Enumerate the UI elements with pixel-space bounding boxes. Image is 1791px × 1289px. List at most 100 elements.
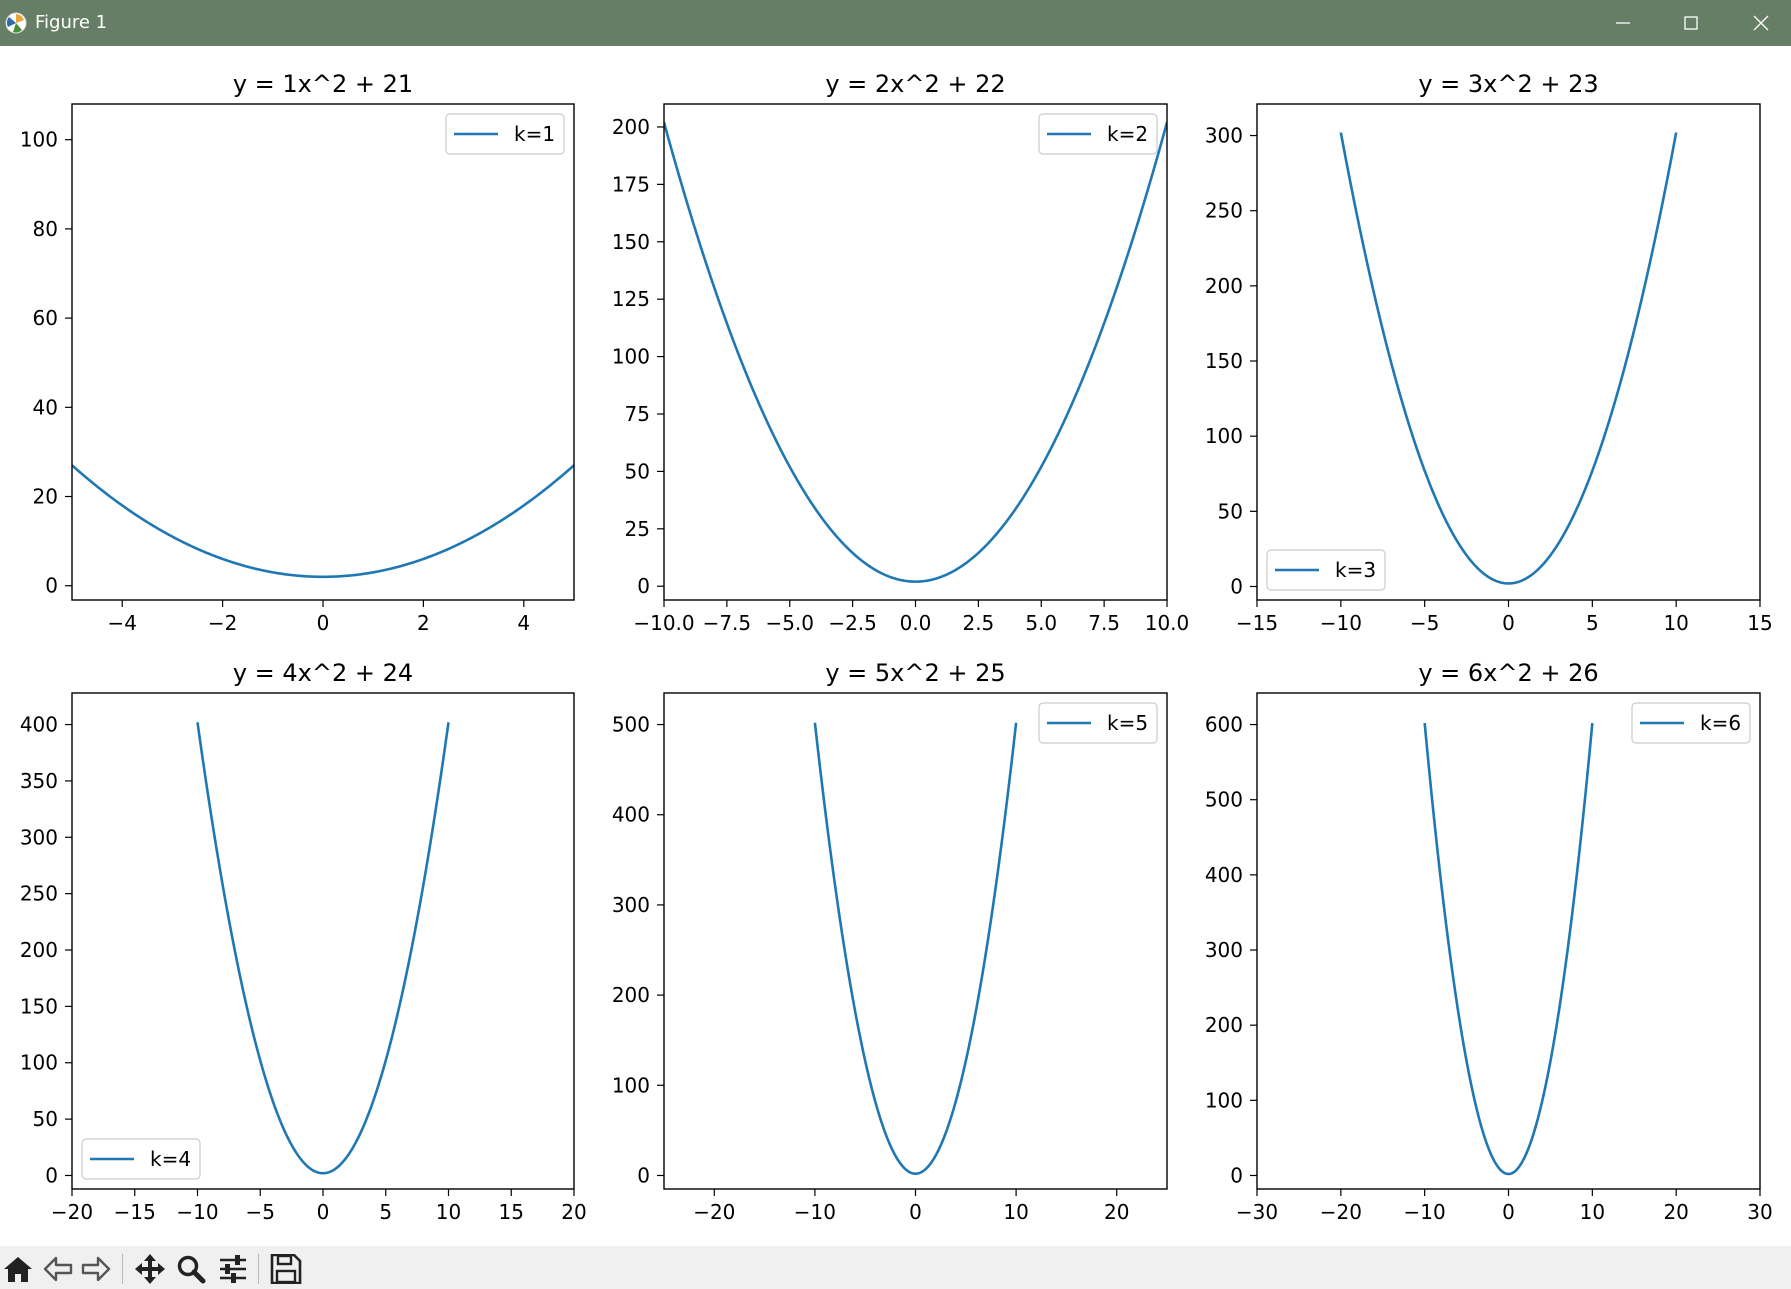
subplot-title: y = 3x^2 + 23 <box>1418 70 1598 98</box>
y-tick-label: 300 <box>612 893 650 917</box>
x-tick-label: −10 <box>1404 1200 1446 1224</box>
subplot-title: y = 5x^2 + 25 <box>825 659 1005 687</box>
subplot-5: y = 5x^2 + 25−20 −10 0 10 200100200300400500… <box>612 659 1168 1224</box>
x-tick-label: 4 <box>517 611 530 635</box>
series-line-k3 <box>1339 132 1678 585</box>
save-button[interactable] <box>268 1254 304 1284</box>
y-tick-label: 40 <box>33 395 58 419</box>
legend: k=5 <box>1038 702 1158 744</box>
x-tick-label: 10 <box>1003 1200 1028 1224</box>
subplot-title: y = 2x^2 + 22 <box>825 70 1005 98</box>
series-line-k2 <box>664 122 1167 583</box>
maximize-button[interactable] <box>1656 0 1726 46</box>
x-tick-label: −5 <box>246 1200 275 1224</box>
legend: k=4 <box>81 1138 201 1180</box>
x-tick-label: 20 <box>1663 1200 1688 1224</box>
y-tick-label: 150 <box>20 994 58 1018</box>
x-tick-label: −5 <box>1410 611 1439 635</box>
legend: k=2 <box>1038 113 1158 155</box>
subplot-3: y = 3x^2 + 23−15 −10 −5 0 5 10 150501001502002… <box>1205 70 1773 635</box>
y-tick-label: 175 <box>612 172 650 196</box>
y-tick-label: 100 <box>1205 1088 1243 1112</box>
configure-subplots-button[interactable] <box>216 1254 252 1284</box>
x-tick-label: −20 <box>51 1200 93 1224</box>
toolbar-separator <box>122 1254 123 1284</box>
y-tick-label: 60 <box>33 306 58 330</box>
close-icon <box>1753 15 1769 31</box>
y-tick-label: 600 <box>1205 713 1243 737</box>
y-tick-label: 125 <box>612 287 650 311</box>
back-arrow-icon <box>43 1256 73 1282</box>
back-button[interactable] <box>40 1254 76 1284</box>
y-tick-label: 500 <box>1205 788 1243 812</box>
x-tick-label: 20 <box>1104 1200 1129 1224</box>
legend-label: k=2 <box>1107 122 1148 146</box>
close-button[interactable] <box>1726 0 1791 46</box>
subplot-6: y = 6x^2 + 26−30 −20 −10 0 10 20 3001002003004… <box>1205 659 1773 1224</box>
x-tick-label: 0.0 <box>900 611 932 635</box>
y-tick-label: 50 <box>1218 499 1243 523</box>
x-tick-label: −20 <box>693 1200 735 1224</box>
y-tick-label: 300 <box>1205 938 1243 962</box>
x-tick-label: −5.0 <box>765 611 814 635</box>
forward-button[interactable] <box>78 1254 114 1284</box>
subplot-title: y = 1x^2 + 21 <box>233 70 413 98</box>
y-tick-label: 100 <box>612 345 650 369</box>
x-tick-label: 15 <box>499 1200 524 1224</box>
save-floppy-icon <box>270 1254 302 1284</box>
x-tick-label: −15 <box>114 1200 156 1224</box>
x-tick-label: 7.5 <box>1088 611 1120 635</box>
legend: k=6 <box>1631 702 1751 744</box>
x-tick-label: 0 <box>317 1200 330 1224</box>
y-tick-label: 350 <box>20 769 58 793</box>
zoom-button[interactable] <box>174 1254 210 1284</box>
legend-label: k=3 <box>1335 558 1376 582</box>
axes-frame <box>71 103 575 601</box>
y-tick-label: 0 <box>637 574 650 598</box>
y-tick-label: 200 <box>1205 1013 1243 1037</box>
x-tick-label: −2.5 <box>828 611 877 635</box>
series-line-k6 <box>1423 722 1594 1176</box>
y-tick-label: 100 <box>1205 424 1243 448</box>
y-tick-label: 50 <box>33 1107 58 1131</box>
y-tick-label: 0 <box>45 1163 58 1187</box>
x-tick-label: −30 <box>1236 1200 1278 1224</box>
x-tick-label: 5 <box>1586 611 1599 635</box>
axes-frame <box>663 103 1168 601</box>
x-tick-label: 0 <box>1502 611 1515 635</box>
y-tick-label: 0 <box>1230 1163 1243 1187</box>
legend: k=1 <box>445 113 565 155</box>
pan-button[interactable] <box>132 1254 168 1284</box>
window-title: Figure 1 <box>35 12 108 33</box>
y-tick-label: 100 <box>20 1051 58 1075</box>
y-tick-label: 400 <box>1205 863 1243 887</box>
home-button[interactable] <box>0 1254 36 1284</box>
y-tick-label: 300 <box>1205 124 1243 148</box>
x-tick-label: −2 <box>208 611 237 635</box>
x-tick-label: 2 <box>417 611 430 635</box>
minimize-button[interactable] <box>1588 0 1658 46</box>
legend-label: k=1 <box>514 122 555 146</box>
series-line-k1 <box>72 464 574 579</box>
y-tick-label: 500 <box>612 713 650 737</box>
subplot-title: y = 6x^2 + 26 <box>1418 659 1598 687</box>
y-tick-label: 0 <box>637 1163 650 1187</box>
y-tick-label: 50 <box>625 459 650 483</box>
maximize-icon <box>1684 16 1698 30</box>
x-tick-label: 15 <box>1747 611 1772 635</box>
y-tick-label: 100 <box>612 1073 650 1097</box>
x-tick-label: −15 <box>1236 611 1278 635</box>
axes-frame <box>1256 103 1761 601</box>
legend-label: k=6 <box>1700 711 1741 735</box>
figure-canvas[interactable]: y = 1x^2 + 21 −4 −2 0 2 4 0 20 40 60 80 100 k=1 y = 2… <box>0 46 1791 1246</box>
x-tick-label: 10.0 <box>1145 611 1190 635</box>
x-tick-label: 0 <box>317 611 330 635</box>
y-tick-label: 0 <box>45 574 58 598</box>
y-tick-label: 20 <box>33 485 58 509</box>
x-tick-label: 10 <box>1663 611 1688 635</box>
configure-subplots-icon <box>220 1255 246 1283</box>
y-tick-label: 200 <box>20 938 58 962</box>
navigation-toolbar <box>0 1246 1791 1289</box>
y-tick-label: 200 <box>612 983 650 1007</box>
series-line-k5 <box>813 722 1018 1175</box>
